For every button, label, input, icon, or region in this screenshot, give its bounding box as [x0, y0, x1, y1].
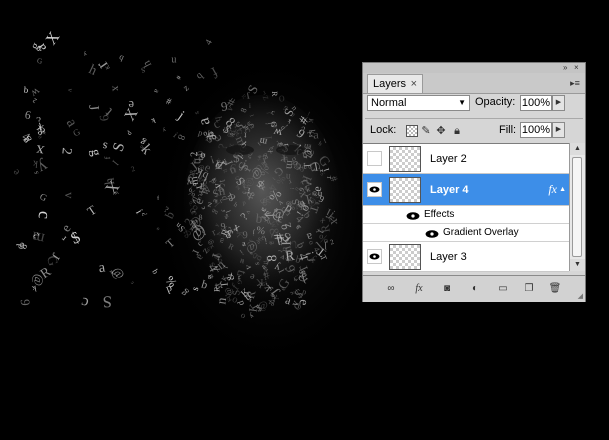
svg-text:@: @	[257, 300, 268, 313]
layer-row-selected[interactable]: Layer 4 fx ▲	[363, 174, 569, 206]
fill-label: Fill:	[499, 124, 517, 136]
svg-text:%: %	[258, 166, 272, 176]
svg-text:j: j	[264, 121, 276, 126]
svg-text:u: u	[286, 170, 292, 181]
new-layer-icon[interactable]: ❐	[521, 282, 537, 296]
opacity-label: Opacity:	[475, 96, 516, 108]
layer-thumbnail	[389, 244, 421, 270]
collapse-icon[interactable]: »	[563, 64, 567, 72]
svg-text:X: X	[189, 217, 199, 232]
svg-text:x: x	[110, 85, 122, 92]
svg-text:m: m	[283, 160, 296, 170]
svg-text:v: v	[62, 192, 76, 199]
svg-text:c: c	[189, 210, 200, 215]
visibility-toggle-empty[interactable]	[367, 151, 382, 166]
layers-panel: » × Layers × ▸≡ Normal ▼ Opacity: 100% ▶…	[362, 62, 586, 302]
effects-row[interactable]: Effects	[363, 206, 569, 224]
tab-layers-label: Layers	[373, 78, 407, 90]
eye-icon[interactable]	[406, 211, 420, 221]
svg-text:2: 2	[189, 151, 200, 157]
layer-thumbnail	[389, 177, 421, 203]
layer-row[interactable]: Layer 3	[363, 242, 569, 272]
lock-position-move-icon[interactable]: ✥	[435, 125, 447, 137]
svg-text:R: R	[213, 286, 222, 292]
tab-row: Layers × ▸≡	[363, 73, 585, 94]
svg-text:%: %	[260, 195, 274, 207]
opacity-slider-button[interactable]: ▶	[552, 95, 565, 111]
divider	[365, 118, 583, 119]
gradient-overlay-label: Gradient Overlay	[443, 227, 519, 238]
blend-mode-select[interactable]: Normal ▼	[367, 95, 470, 111]
expand-effects-caret-icon[interactable]: ▲	[559, 186, 566, 193]
resize-grip-icon[interactable]: ◢	[578, 292, 583, 300]
lock-label: Lock:	[370, 124, 397, 136]
layer-effects-icon[interactable]: fx	[548, 182, 557, 197]
layer-thumbnail	[389, 146, 421, 172]
blend-mode-value: Normal	[371, 97, 407, 109]
svg-text:K: K	[255, 276, 263, 287]
layers-list: Layer 2 Layer 4 fx ▲ Effects Gradient Ov…	[363, 143, 569, 272]
fill-slider-button[interactable]: ▶	[552, 122, 565, 138]
add-layer-style-icon[interactable]: fx	[411, 282, 427, 296]
scrollbar[interactable]: ▲ ▼	[569, 143, 585, 271]
svg-text:u: u	[171, 54, 176, 65]
tab-close-icon[interactable]: ×	[411, 75, 417, 93]
layer-name: Layer 2	[430, 153, 467, 165]
svg-text:j: j	[324, 241, 329, 255]
scrollbar-thumb[interactable]	[572, 157, 582, 257]
svg-text:G: G	[236, 280, 242, 284]
svg-text:i: i	[249, 101, 251, 110]
eye-icon[interactable]	[367, 182, 382, 197]
effect-item-row[interactable]: Gradient Overlay	[363, 224, 569, 242]
scroll-up-icon[interactable]: ▲	[570, 143, 585, 155]
effects-label: Effects	[424, 209, 455, 220]
eye-icon[interactable]	[367, 249, 382, 264]
close-panel-icon[interactable]: ×	[574, 64, 579, 72]
svg-text:j: j	[306, 258, 316, 262]
link-layers-icon[interactable]: ∞	[383, 282, 399, 296]
svg-text:S: S	[102, 292, 112, 311]
svg-text:9: 9	[230, 161, 237, 175]
lock-transparent-icon[interactable]	[406, 125, 418, 137]
layer-row[interactable]: Layer 2	[363, 144, 569, 174]
delete-layer-trash-icon[interactable]: 🗑︎	[547, 282, 563, 296]
panel-menu-icon[interactable]: ▸≡	[569, 78, 581, 88]
svg-text:9: 9	[18, 299, 33, 307]
fill-input[interactable]: 100%	[520, 122, 552, 138]
new-group-folder-icon[interactable]: ▭	[495, 282, 511, 296]
adjustment-layer-icon[interactable]: ◐	[467, 282, 483, 296]
lock-image-brush-icon[interactable]: ✎	[420, 125, 432, 137]
opacity-input[interactable]: 100%	[520, 95, 552, 111]
eye-icon[interactable]	[425, 229, 439, 239]
lock-all-padlock-icon[interactable]: 🔒︎	[451, 125, 463, 137]
panel-bottom-toolbar: ∞ fx ◙ ◐ ▭ ❐ 🗑︎ ◢	[363, 275, 585, 302]
svg-text:9: 9	[242, 230, 248, 241]
add-mask-icon[interactable]: ◙	[439, 282, 455, 296]
layer-name: Layer 3	[430, 251, 467, 263]
tab-layers[interactable]: Layers ×	[367, 74, 423, 93]
chevron-down-icon: ▼	[458, 98, 466, 107]
scroll-down-icon[interactable]: ▼	[570, 259, 585, 271]
layer-name: Layer 4	[430, 184, 469, 196]
